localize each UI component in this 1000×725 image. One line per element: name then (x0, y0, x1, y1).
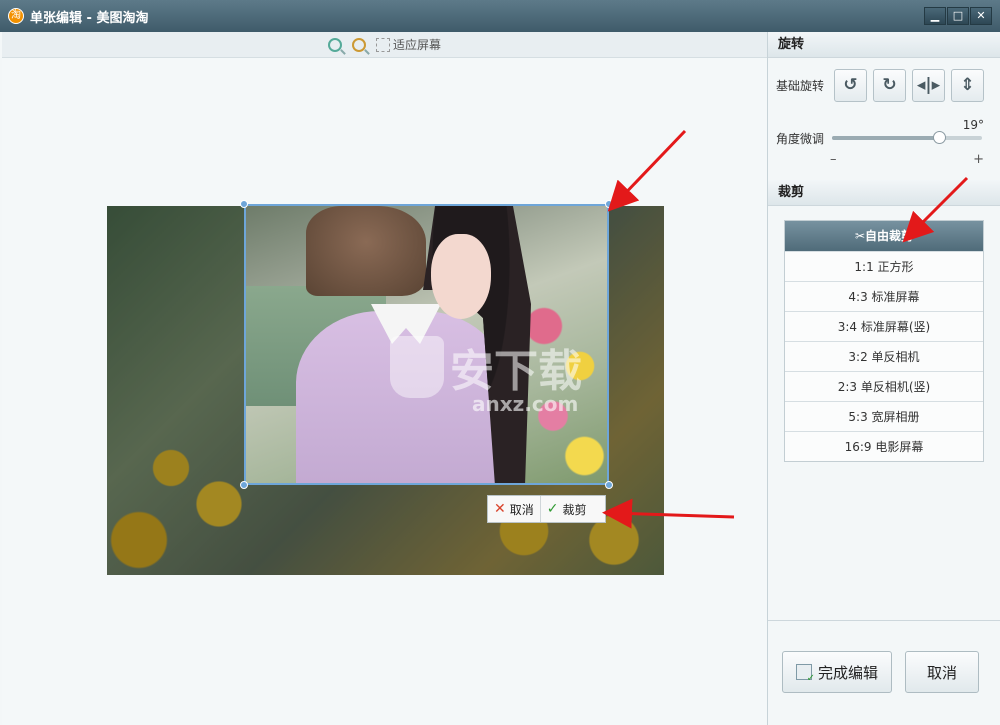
zoom-in-icon (327, 37, 342, 52)
flip-horizontal-button[interactable]: ◂|▸ (912, 68, 945, 102)
view-toolbar: 适应屏幕 (2, 32, 767, 58)
basic-rotate-row: 基础旋转 ↺ ↻ ◂|▸ ⇕ (768, 58, 1000, 102)
crop-action-bar: ✕ 取消 ✓ 裁剪 (487, 495, 606, 523)
angle-slider-thumb[interactable] (932, 131, 946, 144)
crop-handle-bottom-left[interactable] (240, 481, 248, 489)
crop-ratio-item[interactable]: 4:3 标准屏幕 (785, 281, 983, 311)
zoom-in-button[interactable] (327, 37, 342, 52)
finish-edit-icon (795, 664, 815, 684)
window-title: 单张编辑 - 美图淘淘 (30, 10, 149, 26)
watermark-text: 安下载 (450, 346, 582, 397)
crop-ratio-item[interactable]: 3:4 标准屏幕(竖) (785, 311, 983, 341)
basic-rotate-label: 基础旋转 (776, 78, 825, 93)
crop-ratio-item[interactable]: 3:2 单反相机 (785, 341, 983, 371)
crop-cancel-label: 取消 (509, 502, 534, 517)
crop-cancel-button[interactable]: ✕ 取消 (488, 496, 540, 522)
app-logo-icon: 淘 (8, 8, 24, 24)
crop-ratio-item[interactable]: 2:3 单反相机(竖) (785, 371, 983, 401)
fit-screen-icon (375, 37, 390, 52)
rotate-right-button[interactable]: ↻ (873, 68, 906, 102)
crop-handle-top-right[interactable] (605, 200, 613, 208)
fine-rotate-value: 19° (962, 118, 984, 132)
zoom-out-button[interactable] (351, 37, 366, 52)
title-bar: 淘 单张编辑 - 美图淘淘 ▁ □ ✕ (0, 0, 1000, 32)
finish-edit-button[interactable]: 完成编辑 (782, 651, 892, 693)
crop-ratio-item[interactable]: 16:9 电影屏幕 (785, 431, 983, 461)
watermark-shield-icon (390, 336, 444, 398)
crop-handle-bottom-right[interactable] (605, 481, 613, 489)
crop-ratio-list: ✂自由裁剪 1:1 正方形 4:3 标准屏幕 3:4 标准屏幕(竖) 3:2 单反相机 2… (784, 220, 984, 462)
crop-ratio-item[interactable]: 1:1 正方形 (785, 251, 983, 281)
crop-ratio-item[interactable]: ✂自由裁剪 (785, 221, 983, 251)
fine-rotate-label: 角度微调 (776, 132, 825, 146)
minimize-button[interactable]: ▁ (924, 7, 946, 25)
rotate-section-title: 旋转 (768, 32, 1000, 58)
watermark-url: anxz.com (472, 392, 579, 416)
slider-plus-label: + (973, 152, 984, 167)
editor-canvas: 适应屏幕 安下载 anxz.com ✕ 取消 ✓ 裁剪 (2, 32, 768, 725)
check-icon: ✓ (546, 501, 559, 517)
cancel-edit-button[interactable]: 取消 (905, 651, 979, 693)
window-controls: ▁ □ ✕ (924, 7, 992, 25)
angle-slider-fill (832, 136, 939, 140)
fine-rotate-row: 角度微调 19° – + (768, 102, 1000, 180)
right-panel: 旋转 基础旋转 ↺ ↻ ◂|▸ ⇕ 角度微调 19° – + 裁剪 ✂自由裁剪 1… (768, 32, 1000, 725)
crop-confirm-label: 裁剪 (562, 502, 587, 517)
crop-section-title: 裁剪 (768, 180, 1000, 206)
maximize-button[interactable]: □ (947, 7, 969, 25)
cancel-x-icon: ✕ (494, 501, 506, 517)
angle-slider[interactable] (832, 131, 982, 144)
fit-screen-label: 适应屏幕 (392, 38, 441, 52)
footer-bar: 完成编辑 取消 (768, 620, 1000, 725)
crop-ratio-item[interactable]: 5:3 宽屏相册 (785, 401, 983, 431)
finish-edit-label: 完成编辑 (817, 663, 878, 682)
flip-vertical-button[interactable]: ⇕ (951, 68, 984, 102)
fit-screen-button[interactable]: 适应屏幕 (375, 36, 441, 53)
rotate-left-button[interactable]: ↺ (834, 68, 867, 102)
zoom-out-icon (351, 37, 366, 52)
crop-confirm-button[interactable]: ✓ 裁剪 (539, 496, 593, 522)
crop-handle-top-left[interactable] (240, 200, 248, 208)
close-button[interactable]: ✕ (970, 7, 992, 25)
slider-minus-label: – (830, 152, 837, 167)
